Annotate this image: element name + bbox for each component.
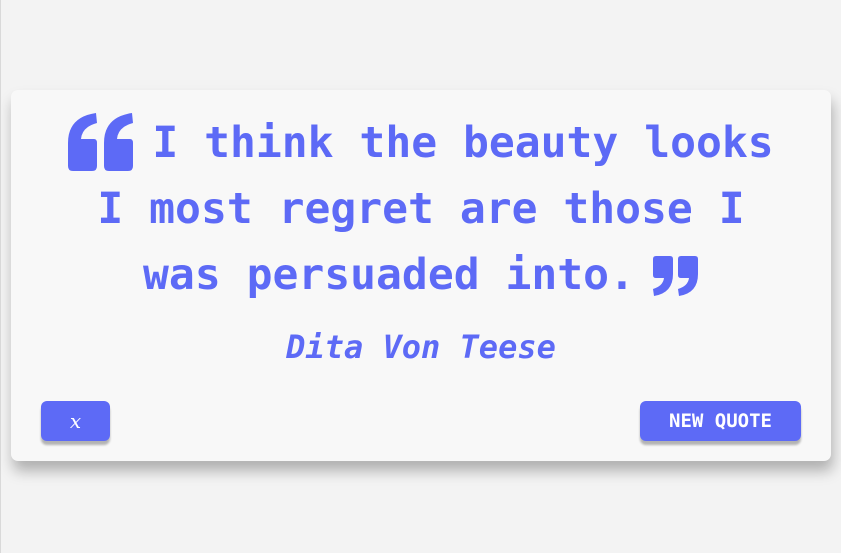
new-quote-button[interactable]: NEW QUOTE	[640, 401, 801, 441]
quote-left-icon	[68, 112, 134, 171]
page-edge	[0, 0, 1, 553]
quote-card: I think the beauty looks I most regret a…	[11, 90, 831, 461]
x-twitter-icon: 𝑥	[69, 409, 82, 433]
share-x-button[interactable]: 𝑥	[41, 401, 110, 441]
quote-right-icon	[652, 255, 699, 296]
quote-author: Dita Von Teese	[286, 328, 556, 366]
quote-block: I think the beauty looks I most regret a…	[51, 110, 791, 308]
